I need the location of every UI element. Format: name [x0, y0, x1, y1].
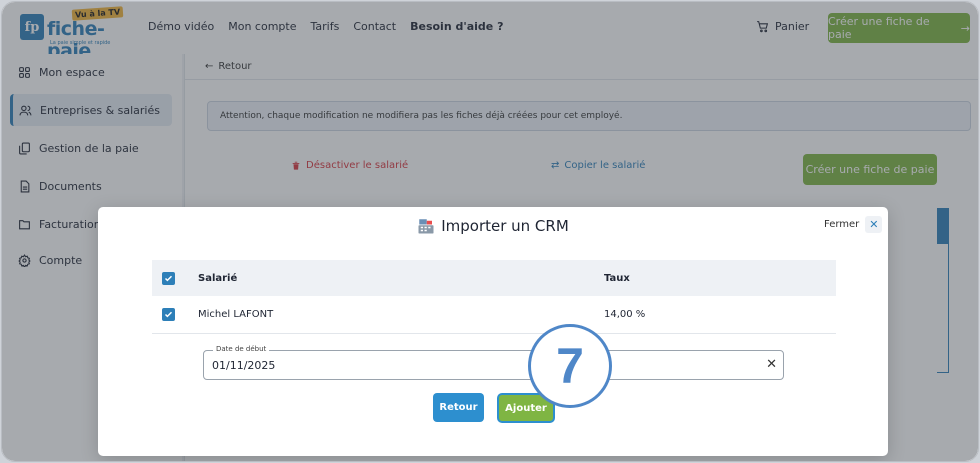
check-icon	[164, 275, 173, 281]
start-date-label: Date de début	[213, 345, 270, 353]
header-cell: Salarié Taux	[152, 260, 836, 296]
employee-name: Michel LAFONT	[198, 309, 274, 320]
clear-icon[interactable]: ✕	[766, 357, 777, 372]
table-header: Salarié Taux	[152, 260, 836, 296]
row-cell: Michel LAFONT 14,00 %	[152, 296, 836, 333]
modal-title: Importer un CRM	[98, 217, 888, 235]
employee-rate: 14,00 %	[604, 309, 646, 320]
close-modal-button[interactable]: Fermer ✕	[824, 216, 883, 233]
start-date-field[interactable]: Date de début 01/11/2025 ✕	[203, 345, 784, 380]
close-icon: ✕	[865, 216, 883, 233]
step-number-badge: 7	[528, 324, 612, 408]
row-checkbox[interactable]	[162, 308, 175, 321]
app-window: fp fiche-paie Vu à la TV La paie simple …	[1, 1, 979, 462]
column-header-taux: Taux	[604, 272, 630, 284]
check-icon	[164, 311, 173, 318]
start-date-value: 01/11/2025	[212, 359, 276, 372]
close-label: Fermer	[824, 219, 860, 230]
column-header-salarie: Salarié	[198, 272, 238, 284]
employee-table: Salarié Taux Michel LAFONT 14,00 %	[152, 260, 836, 334]
modal-back-button[interactable]: Retour	[433, 393, 484, 422]
cash-register-icon	[418, 219, 434, 234]
table-row: Michel LAFONT 14,00 %	[152, 296, 836, 334]
modal-title-text: Importer un CRM	[441, 217, 569, 235]
import-crm-modal: Importer un CRM Fermer ✕ Salarié Taux Mi…	[98, 207, 888, 456]
select-all-checkbox[interactable]	[162, 271, 175, 285]
